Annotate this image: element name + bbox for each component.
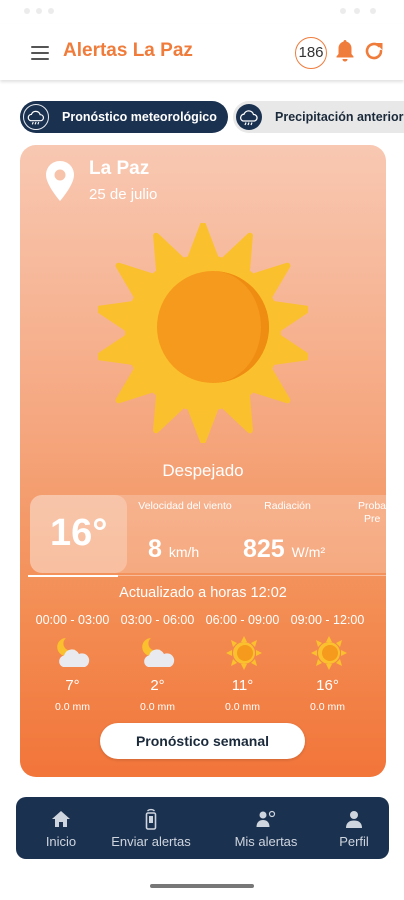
cloud-icon — [23, 104, 49, 130]
weekly-forecast-button[interactable]: Pronóstico semanal — [100, 723, 305, 759]
sun-icon — [311, 636, 347, 670]
hour-time: 03:00 - 06:00 — [120, 613, 195, 627]
tab-label: Precipitación anterior — [275, 110, 404, 124]
phone-alert-icon — [145, 808, 157, 830]
night-cloudy-icon — [57, 638, 90, 667]
night-cloudy-icon — [142, 638, 175, 667]
app-bar: Alertas La Paz 186 — [0, 24, 404, 80]
hour-temperature: 2° — [150, 677, 165, 694]
weather-card: La Paz 25 de julio Despejado 16° Velocid… — [20, 145, 386, 777]
weather-condition: Despejado — [162, 461, 244, 480]
precip-probability-label: Proba Pre — [358, 500, 386, 525]
tab-previous-precipitation[interactable]: Precipitación anterior — [233, 101, 404, 133]
sun-icon — [226, 636, 262, 670]
bottom-navigation: Inicio Enviar alertas Mis alertas Perfil — [16, 797, 389, 859]
tab-label: Pronóstico meteorológico — [62, 110, 217, 124]
status-bar — [0, 0, 404, 24]
nav-label: Perfil — [339, 834, 369, 849]
tab-forecast[interactable]: Pronóstico meteorológico — [20, 101, 228, 133]
scroll-indicator — [28, 575, 118, 577]
signal-icon — [354, 8, 360, 14]
hourly-forecast[interactable]: 00:00 - 03:00 7° 0.0 mm 03:00 - 06:00 2°… — [20, 611, 386, 721]
bell-icon[interactable] — [333, 38, 357, 64]
hour-precipitation: 0.0 mm — [54, 701, 90, 713]
hour-time: 06:00 - 09:00 — [205, 613, 280, 627]
radiation-value: 825 W/m² — [243, 535, 326, 563]
refresh-icon[interactable] — [363, 40, 385, 62]
nav-label: Mis alertas — [234, 834, 298, 849]
app-title: Alertas La Paz — [63, 40, 193, 61]
nav-item-home[interactable]: Inicio — [26, 797, 96, 859]
city-name: La Paz — [89, 158, 150, 179]
current-temperature: 16° — [50, 512, 108, 554]
user-alerts-icon — [256, 810, 276, 827]
nav-item-my-alerts[interactable]: Mis alertas — [221, 797, 311, 859]
home-icon — [52, 811, 70, 827]
profile-icon — [346, 811, 362, 828]
nav-item-send-alerts[interactable]: Enviar alertas — [101, 797, 201, 859]
menu-icon[interactable] — [31, 46, 49, 60]
hour-temperature: 7° — [65, 677, 80, 694]
hour-precipitation: 0.0 mm — [224, 701, 260, 713]
cloud-icon — [236, 104, 262, 130]
status-icon — [48, 8, 54, 14]
updated-time: Actualizado a horas 12:02 — [119, 585, 287, 601]
wind-value: 8 km/h — [148, 535, 200, 563]
forecast-date: 25 de julio — [89, 186, 158, 203]
metrics-strip[interactable]: 16° Velocidad del viento 8 km/h Radiació… — [30, 495, 386, 573]
hour-temperature: 11° — [231, 677, 254, 694]
location-pin-icon — [46, 161, 74, 201]
hour-time: 09:00 - 12:00 — [290, 613, 365, 627]
nav-label: Inicio — [45, 834, 77, 849]
radiation-label: Radiación — [264, 500, 311, 512]
hour-precipitation: 0.0 mm — [309, 701, 345, 713]
hour-temperature: 16° — [316, 677, 339, 694]
scroll-track — [118, 575, 386, 576]
wifi-icon — [340, 8, 346, 14]
hour-precipitation: 0.0 mm — [139, 701, 175, 713]
status-icon — [36, 8, 42, 14]
battery-icon — [370, 8, 376, 14]
sun-icon — [98, 223, 308, 443]
wind-label: Velocidad del viento — [138, 500, 232, 512]
nav-label: Enviar alertas — [111, 834, 191, 849]
nav-item-profile[interactable]: Perfil — [324, 797, 384, 859]
status-icon — [24, 8, 30, 14]
gesture-home-bar[interactable] — [150, 884, 254, 888]
hour-time: 00:00 - 03:00 — [35, 613, 110, 627]
tab-bar: Pronóstico meteorológico Precipitación a… — [20, 101, 404, 135]
alert-count-badge[interactable]: 186 — [295, 37, 327, 69]
current-temperature-box: 16° — [30, 495, 127, 573]
